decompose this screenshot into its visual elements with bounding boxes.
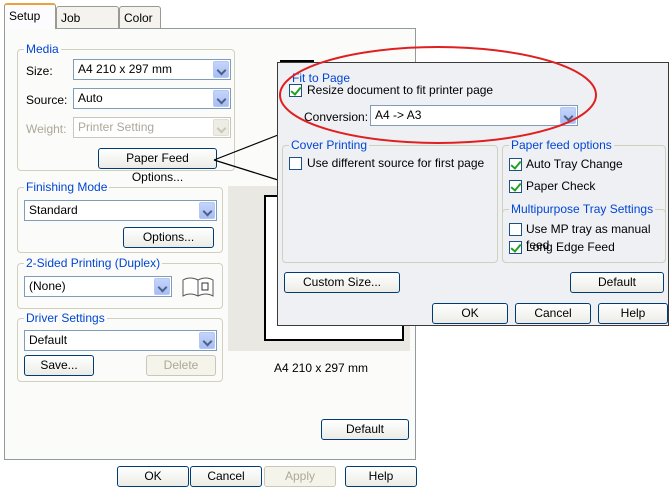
long-edge-label: Long Edge Feed: [526, 240, 615, 254]
overlay-ok-button[interactable]: OK: [432, 303, 508, 324]
overlay-cancel-button[interactable]: Cancel: [515, 303, 591, 324]
conversion-select[interactable]: A4 -> A3: [370, 105, 578, 126]
long-edge-checkbox[interactable]: [509, 241, 522, 254]
paper-check-checkbox[interactable]: [509, 180, 522, 193]
conversion-label: Conversion:: [304, 110, 369, 124]
custom-size-button[interactable]: Custom Size...: [284, 272, 400, 293]
resize-label: Resize document to fit printer page: [307, 83, 494, 97]
mp-tray-group-label: Multipurpose Tray Settings: [509, 202, 656, 216]
resize-checkbox[interactable]: [289, 84, 302, 97]
cover-label: Use different source for first page: [307, 156, 485, 170]
overlay-help-button[interactable]: Help: [598, 303, 668, 324]
cover-checkbox[interactable]: [289, 157, 302, 170]
cover-printing-group-label: Cover Printing: [289, 138, 370, 152]
conversion-select-value: A4 -> A3: [375, 108, 422, 122]
paper-feed-group-label: Paper feed options: [509, 138, 614, 152]
paper-check-label: Paper Check: [526, 179, 596, 193]
mp-manual-checkbox[interactable]: [509, 223, 522, 236]
chevron-down-icon[interactable]: [560, 107, 576, 124]
paper-feed-options-dialog: Fit to Page Resize document to fit print…: [277, 62, 669, 326]
auto-tray-label: Auto Tray Change: [526, 157, 623, 171]
auto-tray-checkbox[interactable]: [509, 158, 522, 171]
overlay-default-button[interactable]: Default: [570, 272, 664, 293]
